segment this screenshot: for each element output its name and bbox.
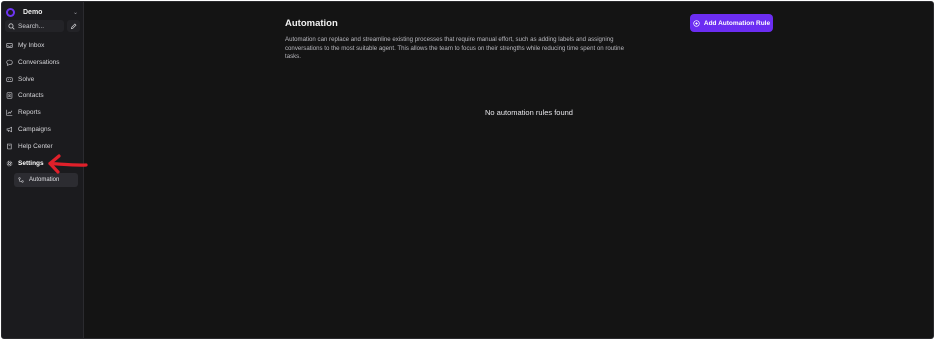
sidebar-item-label: Settings: [18, 159, 44, 167]
automation-icon: [18, 177, 24, 183]
sidebar-item-label: Help Center: [18, 142, 53, 150]
sidebar-subitem-label: Automation: [29, 177, 60, 183]
empty-state-message: No automation rules found: [485, 108, 573, 117]
solve-icon: [6, 76, 13, 82]
search-icon: [8, 22, 15, 30]
sidebar-item-label: Solve: [18, 75, 35, 83]
sidebar-item-help-center[interactable]: Help Center: [5, 140, 81, 153]
chevron-down-icon: ⌄: [72, 10, 78, 16]
account-switcher[interactable]: Demo ⌄: [6, 6, 80, 19]
sidebar-subitem-automation[interactable]: Automation: [14, 173, 78, 187]
compose-button[interactable]: [67, 20, 80, 32]
sidebar-item-label: Contacts: [18, 92, 44, 100]
app-window: Demo ⌄ Search... My Inbox Conversations: [1, 1, 934, 339]
pencil-icon: [70, 23, 77, 29]
chat-bubble-icon: [6, 59, 13, 66]
sidebar-item-label: Campaigns: [18, 125, 51, 133]
sidebar-item-contacts[interactable]: Contacts: [5, 89, 81, 102]
contacts-icon: [6, 92, 13, 100]
search-input[interactable]: Search...: [5, 20, 64, 32]
search-placeholder: Search...: [18, 22, 45, 30]
account-name: Demo: [23, 9, 43, 16]
inbox-icon: [6, 43, 13, 48]
chart-icon: [6, 109, 13, 116]
add-automation-rule-label: Add Automation Rule: [703, 19, 771, 27]
sidebar-item-campaigns[interactable]: Campaigns: [5, 123, 81, 136]
sidebar-item-conversations[interactable]: Conversations: [5, 56, 81, 69]
megaphone-icon: [6, 126, 12, 133]
page-description: Automation can replace and streamline ex…: [285, 36, 624, 61]
plus-circle-icon: [693, 19, 700, 27]
book-icon: [7, 143, 12, 150]
sidebar-item-solve[interactable]: Solve: [5, 73, 81, 86]
sidebar-item-label: My Inbox: [18, 42, 45, 49]
sidebar-item-reports[interactable]: Reports: [5, 106, 81, 119]
gear-icon: [6, 160, 13, 166]
main-content: Automation Automation can replace and st…: [85, 2, 933, 338]
sidebar-item-my-inbox[interactable]: My Inbox: [5, 39, 81, 52]
brand-logo-icon: [6, 8, 15, 17]
add-automation-rule-button[interactable]: Add Automation Rule: [690, 14, 773, 32]
sidebar-item-label: Reports: [18, 109, 41, 117]
page-title: Automation: [285, 18, 338, 29]
sidebar-item-label: Conversations: [18, 58, 60, 66]
annotation-arrow-icon: [48, 154, 88, 174]
search-row: Search...: [5, 20, 81, 32]
